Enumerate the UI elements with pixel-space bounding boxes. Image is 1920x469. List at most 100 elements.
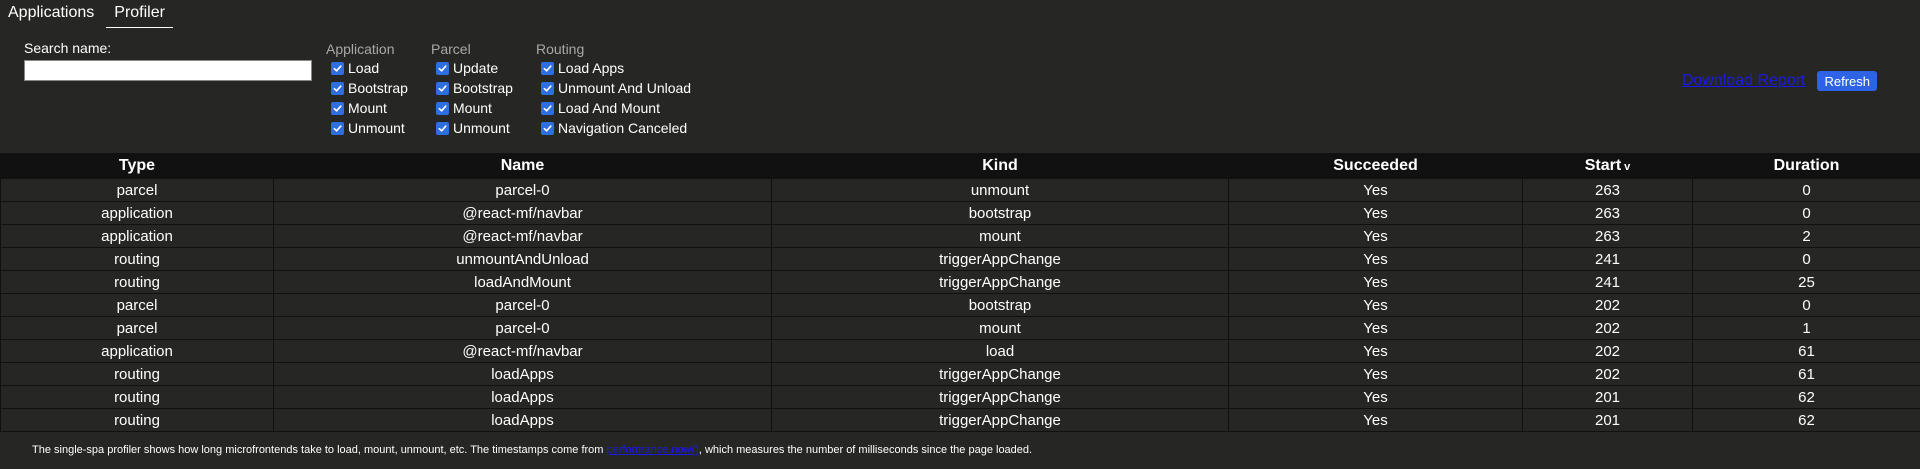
column-header-start[interactable]: Start v xyxy=(1522,153,1693,179)
filter-checkbox-row[interactable]: Bootstrap xyxy=(436,78,513,98)
cell-duration: 2 xyxy=(1692,224,1920,248)
cell-kind: bootstrap xyxy=(771,201,1229,225)
checked-checkbox-icon[interactable] xyxy=(541,81,554,95)
filter-group-title: Parcel xyxy=(431,41,471,57)
cell-start: 201 xyxy=(1522,385,1693,409)
cell-start: 241 xyxy=(1522,270,1693,294)
column-header-kind[interactable]: Kind xyxy=(771,153,1229,179)
filter-checkbox-label: Load And Mount xyxy=(558,100,660,116)
filter-checkbox-row[interactable]: Unmount And Unload xyxy=(541,78,691,98)
cell-kind: triggerAppChange xyxy=(771,247,1229,271)
filter-checkbox-label: Load Apps xyxy=(558,60,625,76)
checked-checkbox-icon[interactable] xyxy=(541,101,554,115)
column-header-type[interactable]: Type xyxy=(0,153,274,179)
filter-checkbox-label: Update xyxy=(453,60,499,76)
column-header-duration[interactable]: Duration xyxy=(1692,153,1920,179)
filter-group-application: Application Load Bootstrap Mount Unmount xyxy=(326,40,408,138)
column-header-name[interactable]: Name xyxy=(273,153,772,179)
cell-type: routing xyxy=(0,362,274,386)
cell-succeeded: Yes xyxy=(1228,201,1523,225)
filter-group-title: Routing xyxy=(536,41,585,57)
cell-name: parcel-0 xyxy=(273,178,772,202)
tab-applications[interactable]: Applications xyxy=(0,0,102,27)
cell-start: 241 xyxy=(1522,247,1693,271)
filter-checkbox-label: Mount xyxy=(453,100,492,116)
filter-checkbox-row[interactable]: Unmount xyxy=(331,118,408,138)
column-header-label: Succeeded xyxy=(1333,157,1418,174)
cell-start: 201 xyxy=(1522,408,1693,432)
filter-group-title: Application xyxy=(326,41,395,57)
filter-checkbox-row[interactable]: Navigation Canceled xyxy=(541,118,691,138)
cell-name: @react-mf/navbar xyxy=(273,224,772,248)
cell-kind: triggerAppChange xyxy=(771,385,1229,409)
cell-succeeded: Yes xyxy=(1228,224,1523,248)
cell-name: @react-mf/navbar xyxy=(273,201,772,225)
filter-checkbox-label: Mount xyxy=(348,100,387,116)
cell-name: loadApps xyxy=(273,385,772,409)
cell-type: routing xyxy=(0,247,274,271)
filter-checkbox-label: Bootstrap xyxy=(453,80,513,96)
cell-start: 263 xyxy=(1522,178,1693,202)
filter-checkbox-row[interactable]: Mount xyxy=(331,98,408,118)
cell-kind: triggerAppChange xyxy=(771,362,1229,386)
filter-checkbox-row[interactable]: Bootstrap xyxy=(331,78,408,98)
filter-checkbox-row[interactable]: Load And Mount xyxy=(541,98,691,118)
cell-duration: 0 xyxy=(1692,293,1920,317)
column-header-label: Duration xyxy=(1773,157,1840,174)
checked-checkbox-icon[interactable] xyxy=(436,81,449,95)
checked-checkbox-icon[interactable] xyxy=(331,121,344,135)
cell-kind: triggerAppChange xyxy=(771,270,1229,294)
cell-name: loadApps xyxy=(273,362,772,386)
filter-checkbox-row[interactable]: Mount xyxy=(436,98,513,118)
column-header-succeeded[interactable]: Succeeded xyxy=(1228,153,1523,179)
actions: Download Report Refresh xyxy=(1682,71,1877,91)
cell-type: parcel xyxy=(0,178,274,202)
table-row: parcel parcel-0 bootstrap Yes 202 0 xyxy=(0,293,1920,317)
checked-checkbox-icon[interactable] xyxy=(541,61,554,75)
checked-checkbox-icon[interactable] xyxy=(331,61,344,75)
performance-now-link[interactable]: performance.now() xyxy=(607,444,699,456)
cell-name: loadApps xyxy=(273,408,772,432)
search-input[interactable] xyxy=(24,60,312,81)
cell-duration: 61 xyxy=(1692,339,1920,363)
column-header-label: Type xyxy=(118,157,156,174)
table-row: parcel parcel-0 mount Yes 202 1 xyxy=(0,316,1920,340)
table-row: routing loadAndMount triggerAppChange Yes 24… xyxy=(0,270,1920,294)
cell-type: parcel xyxy=(0,316,274,340)
filter-checkbox-row[interactable]: Load xyxy=(331,58,408,78)
table-row: application @react-mf/navbar mount Yes 263 2 xyxy=(0,224,1920,248)
filter-checkbox-row[interactable]: Update xyxy=(436,58,513,78)
tab-profiler[interactable]: Profiler xyxy=(106,0,173,28)
cell-start: 202 xyxy=(1522,293,1693,317)
checked-checkbox-icon[interactable] xyxy=(331,101,344,115)
filter-checkbox-label: Navigation Canceled xyxy=(558,120,688,136)
cell-succeeded: Yes xyxy=(1228,293,1523,317)
checked-checkbox-icon[interactable] xyxy=(436,61,449,75)
filter-checkbox-label: Unmount xyxy=(453,120,510,136)
checked-checkbox-icon[interactable] xyxy=(436,101,449,115)
cell-name: unmountAndUnload xyxy=(273,247,772,271)
cell-type: routing xyxy=(0,408,274,432)
cell-start: 263 xyxy=(1522,224,1693,248)
download-report-link[interactable]: Download Report xyxy=(1682,72,1806,90)
checked-checkbox-icon[interactable] xyxy=(331,81,344,95)
filter-checkbox-row[interactable]: Load Apps xyxy=(541,58,691,78)
cell-duration: 0 xyxy=(1692,247,1920,271)
cell-succeeded: Yes xyxy=(1228,408,1523,432)
footer-text-after: , which measures the number of milliseco… xyxy=(698,444,1033,456)
table-body: parcel parcel-0 unmount Yes 263 0 application @… xyxy=(0,178,1920,432)
cell-succeeded: Yes xyxy=(1228,178,1523,202)
refresh-button[interactable]: Refresh xyxy=(1817,71,1877,91)
filter-group-routing: Routing Load Apps Unmount And Unload Load … xyxy=(536,40,691,138)
table-row: routing loadApps triggerAppChange Yes 202 61 xyxy=(0,362,1920,386)
cell-succeeded: Yes xyxy=(1228,362,1523,386)
cell-type: application xyxy=(0,201,274,225)
table-row: application @react-mf/navbar load Yes 202 61 xyxy=(0,339,1920,363)
checked-checkbox-icon[interactable] xyxy=(436,121,449,135)
filter-checkbox-row[interactable]: Unmount xyxy=(436,118,513,138)
cell-name: @react-mf/navbar xyxy=(273,339,772,363)
checked-checkbox-icon[interactable] xyxy=(541,121,554,135)
events-table-wrap: Type Name Kind Succeeded Start v Duration… xyxy=(0,153,1920,432)
cell-kind: load xyxy=(771,339,1229,363)
table-header-row: Type Name Kind Succeeded Start v Duration xyxy=(0,153,1920,179)
